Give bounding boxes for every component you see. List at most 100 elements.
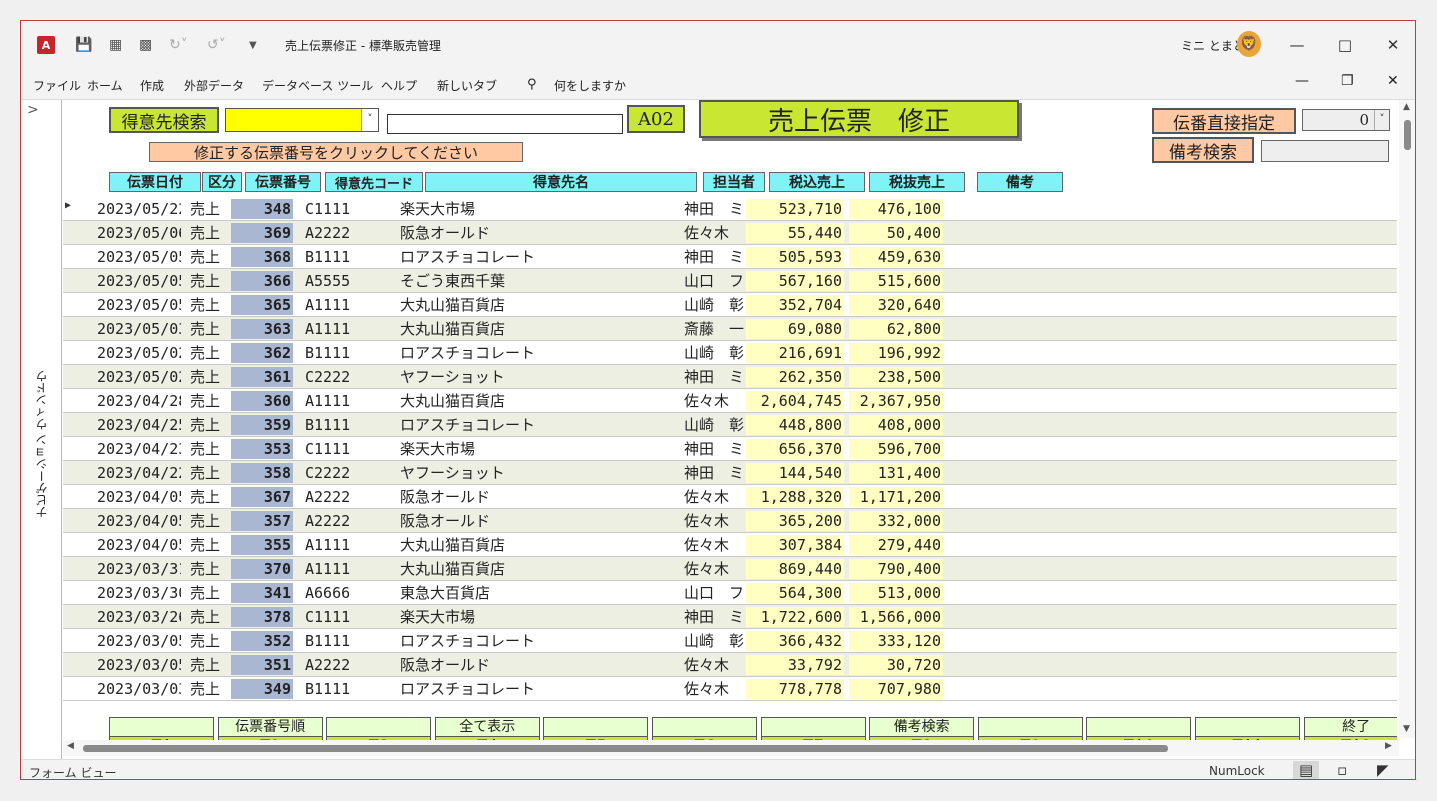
row-selector[interactable]	[65, 512, 85, 530]
table-row[interactable]: 2023/05/05 売上 368 B1111 ロアスチョコレート 神田 ミ 505,593…	[63, 245, 1397, 269]
cell-slip-number[interactable]: 355	[231, 535, 293, 555]
horizontal-scrollbar[interactable]: ◀ ▶	[63, 740, 1399, 756]
table-row[interactable]: 2023/03/31 売上 370 A1111 大丸山猫百貨店 佐々木 869,440 790…	[63, 557, 1397, 581]
form-icon[interactable]: ▦	[109, 36, 122, 54]
row-selector[interactable]	[65, 224, 85, 242]
col-header-tanto[interactable]: 担当者	[703, 172, 765, 192]
cell-slip-number[interactable]: 361	[231, 367, 293, 387]
cell-slip-number[interactable]: 366	[231, 271, 293, 291]
customer-text-field[interactable]	[387, 114, 623, 134]
cell-slip-number[interactable]: 369	[231, 223, 293, 243]
col-header-kbn[interactable]: 区分	[202, 172, 242, 192]
vertical-scroll-thumb[interactable]	[1404, 120, 1411, 150]
row-selector[interactable]	[65, 392, 85, 410]
fkey-button-f10[interactable]: F10	[1086, 717, 1192, 742]
cell-slip-number[interactable]: 353	[231, 439, 293, 459]
row-selector[interactable]	[65, 272, 85, 290]
tell-me-search[interactable]: 何をしますか	[554, 77, 626, 94]
form-view-icon[interactable]: ▤	[1293, 761, 1320, 779]
undo-icon[interactable]: ↺˅	[207, 36, 226, 54]
col-header-code[interactable]: 得意先コード	[325, 172, 423, 192]
menu-external-data[interactable]: 外部データ	[184, 77, 244, 94]
table-row[interactable]: 2023/05/03 売上 363 A1111 大丸山猫百貨店 斎藤 一 69,080 62,…	[63, 317, 1397, 341]
navigation-pane[interactable]: > ナビゲーション ウィンドウ	[21, 100, 62, 759]
fkey-button-f2[interactable]: 伝票番号順F2	[217, 717, 323, 742]
table-row[interactable]: 2023/03/05 売上 351 A2222 阪急オールド 佐々木 33,792 30,72…	[63, 653, 1397, 677]
fkey-button-f7[interactable]: F7	[760, 717, 866, 742]
scroll-right-icon[interactable]: ▶	[1385, 741, 1392, 751]
cell-slip-number[interactable]: 370	[231, 559, 293, 579]
col-header-date[interactable]: 伝票日付	[109, 172, 201, 192]
horizontal-scroll-thumb[interactable]	[83, 745, 1168, 752]
cell-slip-number[interactable]: 349	[231, 679, 293, 699]
col-header-memo[interactable]: 備考	[977, 172, 1063, 192]
table-row[interactable]: 2023/03/03 売上 349 B1111 ロアスチョコレート 佐々木 778,778 7…	[63, 677, 1397, 701]
table-row[interactable]: 2023/03/26 売上 378 C1111 楽天大市場 神田 ミ 1,722,600 1,…	[63, 605, 1397, 629]
table-row[interactable]: 2023/05/02 売上 362 B1111 ロアスチョコレート 山崎 彰 216,691…	[63, 341, 1397, 365]
layout-view-icon[interactable]: ▫	[1337, 761, 1347, 779]
row-selector[interactable]	[65, 608, 85, 626]
cell-slip-number[interactable]: 367	[231, 487, 293, 507]
menu-new-tab[interactable]: 新しいタブ	[437, 77, 497, 94]
minimize-icon[interactable]: —	[1285, 33, 1309, 57]
doc-restore-icon[interactable]: ❐	[1341, 73, 1354, 89]
cell-slip-number[interactable]: 351	[231, 655, 293, 675]
avatar[interactable]: 🦁	[1237, 31, 1261, 57]
memo-search-field[interactable]	[1261, 140, 1389, 162]
fkey-button-f6[interactable]: F6	[652, 717, 757, 742]
table-row[interactable]: 2023/04/25 売上 359 B1111 ロアスチョコレート 山崎 彰 448,800…	[63, 413, 1397, 437]
doc-close-icon[interactable]: ✕	[1387, 73, 1399, 89]
menu-home[interactable]: ホーム	[87, 77, 123, 94]
cell-slip-number[interactable]: 358	[231, 463, 293, 483]
row-selector[interactable]	[65, 320, 85, 338]
cell-slip-number[interactable]: 348	[231, 199, 293, 219]
print-icon[interactable]: ▩	[139, 36, 152, 54]
cell-slip-number[interactable]: 368	[231, 247, 293, 267]
row-selector[interactable]	[65, 584, 85, 602]
fkey-button-f9[interactable]: F9	[977, 717, 1083, 742]
search-icon[interactable]: ⚲	[527, 77, 537, 92]
fkey-button-f1[interactable]: F1	[109, 717, 214, 742]
scroll-down-icon[interactable]: ▼	[1403, 724, 1410, 734]
vertical-scrollbar[interactable]: ▲ ▼	[1399, 100, 1415, 738]
fkey-button-f11[interactable]: F11	[1195, 717, 1300, 742]
table-row[interactable]: ▶ 2023/05/22 売上 348 C1111 楽天大市場 神田 ミ 523,710 476…	[63, 197, 1397, 221]
direct-number-combo[interactable]: 0 ˅	[1302, 109, 1390, 131]
col-header-notax[interactable]: 税抜売上	[869, 172, 965, 192]
table-row[interactable]: 2023/05/02 売上 361 C2222 ヤフーショット 神田 ミ 262,350 23…	[63, 365, 1397, 389]
design-view-icon[interactable]: ◤	[1377, 761, 1389, 779]
fkey-button-f8[interactable]: 備考検索F8	[869, 717, 975, 742]
col-header-tax[interactable]: 税込売上	[769, 172, 865, 192]
table-row[interactable]: 2023/04/28 売上 360 A1111 大丸山猫百貨店 佐々木 2,604,745 2…	[63, 389, 1397, 413]
cell-slip-number[interactable]: 378	[231, 607, 293, 627]
fkey-button-f4[interactable]: 全て表示F4	[434, 717, 540, 742]
fkey-button-f5[interactable]: F5	[543, 717, 649, 742]
menu-create[interactable]: 作成	[140, 77, 164, 94]
nav-toggle-icon[interactable]: >	[27, 102, 39, 118]
fkey-button-f3[interactable]: F3	[326, 717, 432, 742]
row-selector[interactable]	[65, 680, 85, 698]
cell-slip-number[interactable]: 352	[231, 631, 293, 651]
maximize-icon[interactable]: □	[1333, 33, 1357, 57]
close-icon[interactable]: ✕	[1381, 33, 1405, 57]
cell-slip-number[interactable]: 362	[231, 343, 293, 363]
scroll-left-icon[interactable]: ◀	[67, 741, 74, 751]
row-selector[interactable]	[65, 248, 85, 266]
row-selector[interactable]: ▶	[65, 200, 85, 218]
dropdown-icon[interactable]: ˅	[1374, 110, 1389, 130]
scroll-up-icon[interactable]: ▲	[1403, 102, 1410, 112]
customer-search-combo[interactable]: ˅	[225, 108, 379, 132]
row-selector[interactable]	[65, 368, 85, 386]
table-row[interactable]: 2023/05/05 売上 365 A1111 大丸山猫百貨店 山崎 彰 352,704 32…	[63, 293, 1397, 317]
table-row[interactable]: 2023/04/23 売上 353 C1111 楽天大市場 神田 ミ 656,370 596,…	[63, 437, 1397, 461]
table-row[interactable]: 2023/04/05 売上 357 A2222 阪急オールド 佐々木 365,200 332,…	[63, 509, 1397, 533]
table-row[interactable]: 2023/05/05 売上 366 A5555 そごう東西千葉 山口 フ 567,160 51…	[63, 269, 1397, 293]
menu-file[interactable]: ファイル	[33, 77, 81, 94]
row-selector[interactable]	[65, 632, 85, 650]
customize-icon[interactable]: ▼	[249, 36, 257, 54]
cell-slip-number[interactable]: 360	[231, 391, 293, 411]
row-selector[interactable]	[65, 296, 85, 314]
table-row[interactable]: 2023/04/05 売上 355 A1111 大丸山猫百貨店 佐々木 307,384 279…	[63, 533, 1397, 557]
row-selector[interactable]	[65, 560, 85, 578]
cell-slip-number[interactable]: 363	[231, 319, 293, 339]
